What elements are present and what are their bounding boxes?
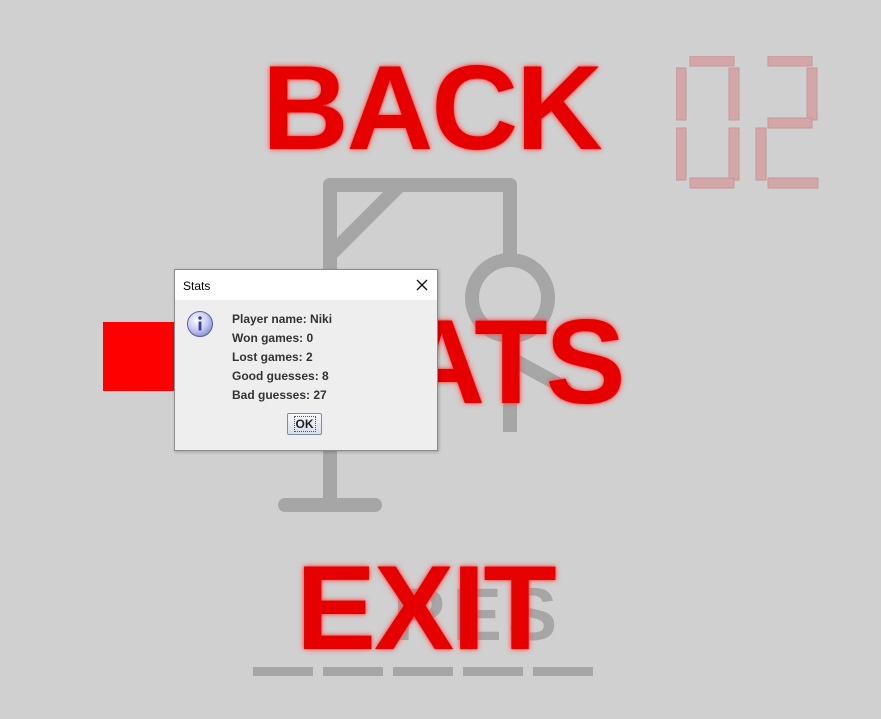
stats-message: Player name: Niki Won games: 0 Lost game… <box>232 312 332 407</box>
dialog-titlebar[interactable]: Stats <box>175 270 437 300</box>
stats-dialog: Stats Player name: Niki Won games: 0 Los… <box>174 269 438 451</box>
counter-digit-0-upper-right <box>728 67 740 121</box>
counter-digit-2-upper-right <box>806 67 818 121</box>
counter-digit-0-upper-left <box>676 67 687 121</box>
ok-button-label: OK <box>293 416 316 432</box>
guess-counter <box>676 56 819 189</box>
counter-digit-0-lower-right <box>728 127 740 181</box>
back-button[interactable]: BACK <box>262 48 603 168</box>
counter-digit-0-top <box>689 56 735 67</box>
counter-digit-2-middle <box>767 117 813 129</box>
dialog-title: Stats <box>183 279 211 293</box>
gallows-brace <box>323 178 407 262</box>
ok-button[interactable]: OK <box>287 413 322 435</box>
stat-good-guesses: Good guesses: 8 <box>232 369 329 383</box>
counter-digit-2-lower-left <box>755 127 767 181</box>
stat-bad-guesses: Bad guesses: 27 <box>232 388 327 402</box>
info-icon <box>187 311 213 337</box>
stat-won-games: Won games: 0 <box>232 331 314 345</box>
counter-digit-2-bottom <box>767 177 819 189</box>
stat-player-name: Player name: Niki <box>232 312 333 326</box>
close-icon[interactable] <box>413 276 431 294</box>
counter-digit-2-top <box>767 56 813 67</box>
stat-lost-games: Lost games: 2 <box>232 350 313 364</box>
exit-button[interactable]: EXIT <box>296 548 557 668</box>
selection-indicator <box>103 322 174 391</box>
counter-digit-0-lower-left <box>676 127 687 181</box>
counter-digit-0-bottom <box>689 177 735 189</box>
